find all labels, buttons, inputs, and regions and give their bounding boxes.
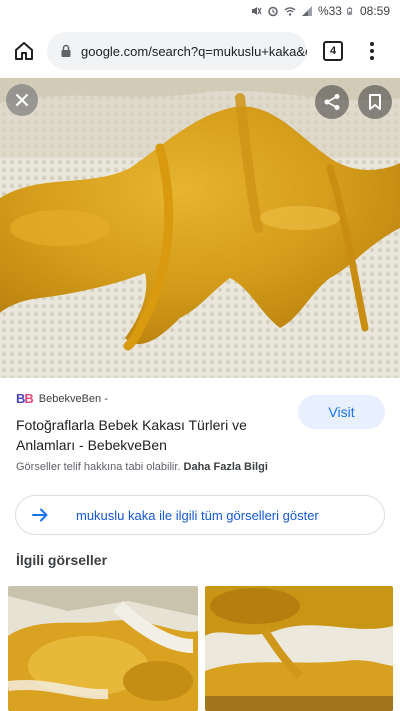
related-image-thumb[interactable]: [8, 586, 198, 711]
wifi-icon: [284, 7, 296, 16]
arrow-right-icon: [32, 508, 48, 522]
copyright-notice: Görseller telif hakkına tabi olabilir. D…: [16, 461, 268, 473]
see-all-related-label: mukuslu kaka ile ilgili tüm görselleri g…: [76, 507, 319, 523]
share-icon: [324, 94, 340, 110]
status-time: 08:59: [359, 4, 390, 18]
status-bar: %33 08:59: [0, 0, 400, 24]
visit-button[interactable]: Visit: [298, 395, 385, 429]
close-button[interactable]: [6, 84, 38, 116]
battery-icon: [347, 7, 353, 15]
close-icon: [15, 93, 29, 107]
home-icon: [15, 42, 33, 60]
related-images-heading: İlgili görseller: [16, 552, 108, 568]
lock-icon: [61, 44, 71, 57]
save-button[interactable]: [358, 85, 392, 119]
more-info-link[interactable]: Daha Fazla Bilgi: [184, 461, 268, 473]
more-menu-button[interactable]: [362, 39, 382, 63]
source-logo: BB: [16, 391, 34, 406]
battery-percent: %33: [317, 4, 342, 18]
browser-toolbar: google.com/search?q=mukuslu+kaka&oq= 4: [0, 24, 400, 78]
signal-icon: [301, 6, 312, 16]
bookmark-icon: [369, 94, 381, 110]
stool-photo: [0, 78, 400, 378]
mute-icon: [251, 7, 262, 15]
source-row[interactable]: BB BebekveBen -: [16, 391, 108, 406]
related-image-2: [205, 586, 393, 711]
url-text: google.com/search?q=mukuslu+kaka&oq=: [81, 43, 307, 59]
related-image-1: [8, 586, 198, 711]
home-button[interactable]: [10, 37, 38, 65]
more-vert-icon: [370, 42, 374, 46]
address-bar[interactable]: google.com/search?q=mukuslu+kaka&oq=: [47, 32, 307, 70]
related-image-thumb[interactable]: [205, 586, 393, 711]
alarm-icon: [268, 6, 278, 17]
see-all-related-button[interactable]: mukuslu kaka ile ilgili tüm görselleri g…: [15, 495, 385, 535]
share-button[interactable]: [315, 85, 349, 119]
result-title[interactable]: Fotoğraflarla Bebek Kakası Türleri ve An…: [16, 415, 286, 455]
source-name: BebekveBen -: [38, 392, 108, 405]
preview-image[interactable]: [0, 78, 400, 378]
copyright-text: Görseller telif hakkına tabi olabilir.: [16, 461, 181, 473]
status-icons: %33 08:59: [250, 4, 390, 18]
tab-switcher-button[interactable]: 4: [323, 41, 343, 61]
